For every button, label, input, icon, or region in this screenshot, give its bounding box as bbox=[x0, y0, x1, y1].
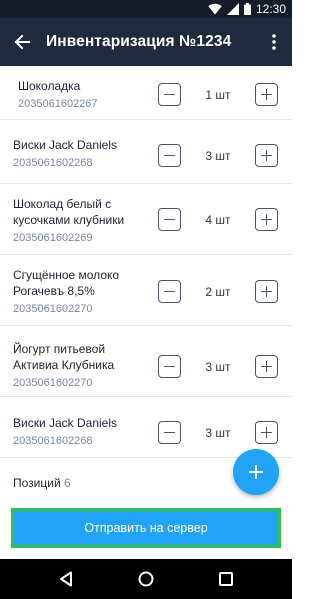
item-name: Шоколадка bbox=[18, 79, 81, 93]
list-item: Виски Jack Daniels 2035061602268 3 шт bbox=[0, 397, 292, 458]
decrease-quantity-button[interactable] bbox=[158, 421, 181, 444]
item-info: Сгущённое молоко Рогачевъ 8,5% 203506160… bbox=[13, 267, 143, 317]
cell-signal-icon bbox=[226, 3, 239, 15]
decrease-quantity-button[interactable] bbox=[158, 144, 181, 167]
minus-icon bbox=[164, 93, 175, 95]
increase-quantity-button[interactable] bbox=[255, 83, 278, 106]
minus-icon bbox=[164, 365, 175, 367]
wifi-icon bbox=[208, 3, 222, 15]
increase-quantity-button[interactable] bbox=[255, 144, 278, 167]
item-info: Йогурт питьевой Активиа Клубника 2035061… bbox=[13, 341, 143, 391]
overflow-menu-button[interactable] bbox=[264, 26, 284, 58]
arrow-back-icon bbox=[14, 34, 30, 50]
inventory-list[interactable]: Шоколадка 2035061602267 1 шт Виски Jack … bbox=[0, 66, 292, 458]
list-item: Йогурт питьевой Активиа Клубника 2035061… bbox=[0, 326, 292, 396]
increase-quantity-button[interactable] bbox=[255, 280, 278, 303]
decrease-quantity-button[interactable] bbox=[158, 355, 181, 378]
increase-quantity-button[interactable] bbox=[255, 208, 278, 231]
add-item-button[interactable] bbox=[233, 449, 279, 495]
item-code: 2035061602267 bbox=[18, 98, 98, 110]
list-item: Сгущённое молоко Рогачевъ 8,5% 203506160… bbox=[0, 255, 292, 325]
positions-counter: Позиций 6 bbox=[13, 475, 71, 491]
recents-square-icon[interactable] bbox=[216, 569, 236, 589]
positions-count: 6 bbox=[64, 476, 71, 490]
home-circle-icon[interactable] bbox=[136, 569, 156, 589]
item-quantity: 2 шт bbox=[205, 285, 231, 299]
item-info: Шоколадка 2035061602267 bbox=[18, 78, 148, 112]
item-info: Виски Jack Daniels 2035061602268 bbox=[13, 415, 143, 449]
status-icons: 12:30 bbox=[208, 2, 286, 16]
item-code: 2035061602269 bbox=[13, 232, 93, 244]
list-item: Виски Jack Daniels 2035061602268 3 шт bbox=[0, 120, 292, 183]
back-triangle-icon[interactable] bbox=[56, 569, 76, 589]
battery-icon bbox=[243, 3, 251, 15]
item-name: Виски Jack Daniels bbox=[13, 416, 118, 430]
list-item: Шоколадка 2035061602267 1 шт bbox=[0, 66, 292, 119]
item-code: 2035061602270 bbox=[13, 377, 93, 389]
item-quantity: 3 шт bbox=[205, 426, 231, 440]
item-name: Йогурт питьевой Активиа Клубника bbox=[13, 342, 115, 372]
item-quantity: 1 шт bbox=[205, 88, 231, 102]
item-info: Шоколад белый с кусочками клубники 20350… bbox=[13, 196, 143, 246]
item-name: Виски Jack Daniels bbox=[13, 138, 118, 152]
item-info: Виски Jack Daniels 2035061602268 bbox=[13, 137, 143, 171]
app-bar: Инвентаризация №1234 bbox=[0, 18, 292, 66]
item-quantity: 3 шт bbox=[205, 149, 231, 163]
minus-icon bbox=[164, 218, 175, 220]
item-code: 2035061602270 bbox=[13, 303, 93, 315]
page-title: Инвентаризация №1234 bbox=[46, 33, 232, 50]
increase-quantity-button[interactable] bbox=[255, 421, 278, 444]
item-code: 2035061602268 bbox=[13, 435, 93, 447]
minus-icon bbox=[164, 431, 175, 433]
item-name: Сгущённое молоко Рогачевъ 8,5% bbox=[13, 268, 120, 298]
item-name: Шоколад белый с кусочками клубники bbox=[13, 197, 125, 227]
minus-icon bbox=[164, 154, 175, 156]
item-quantity: 4 шт bbox=[205, 213, 231, 227]
system-nav-bar bbox=[0, 559, 292, 599]
decrease-quantity-button[interactable] bbox=[158, 280, 181, 303]
item-quantity: 3 шт bbox=[205, 360, 231, 374]
send-to-server-button[interactable]: Отправить на сервер bbox=[11, 508, 281, 548]
status-time: 12:30 bbox=[255, 2, 286, 16]
positions-label: Позиций bbox=[13, 476, 61, 490]
status-bar: 12:30 bbox=[0, 0, 292, 18]
decrease-quantity-button[interactable] bbox=[158, 83, 181, 106]
minus-icon bbox=[164, 290, 175, 292]
list-item: Шоколад белый с кусочками клубники 20350… bbox=[0, 184, 292, 254]
item-code: 2035061602268 bbox=[13, 157, 93, 169]
increase-quantity-button[interactable] bbox=[255, 355, 278, 378]
decrease-quantity-button[interactable] bbox=[158, 208, 181, 231]
more-vert-icon bbox=[272, 34, 276, 50]
back-button[interactable] bbox=[6, 26, 38, 58]
